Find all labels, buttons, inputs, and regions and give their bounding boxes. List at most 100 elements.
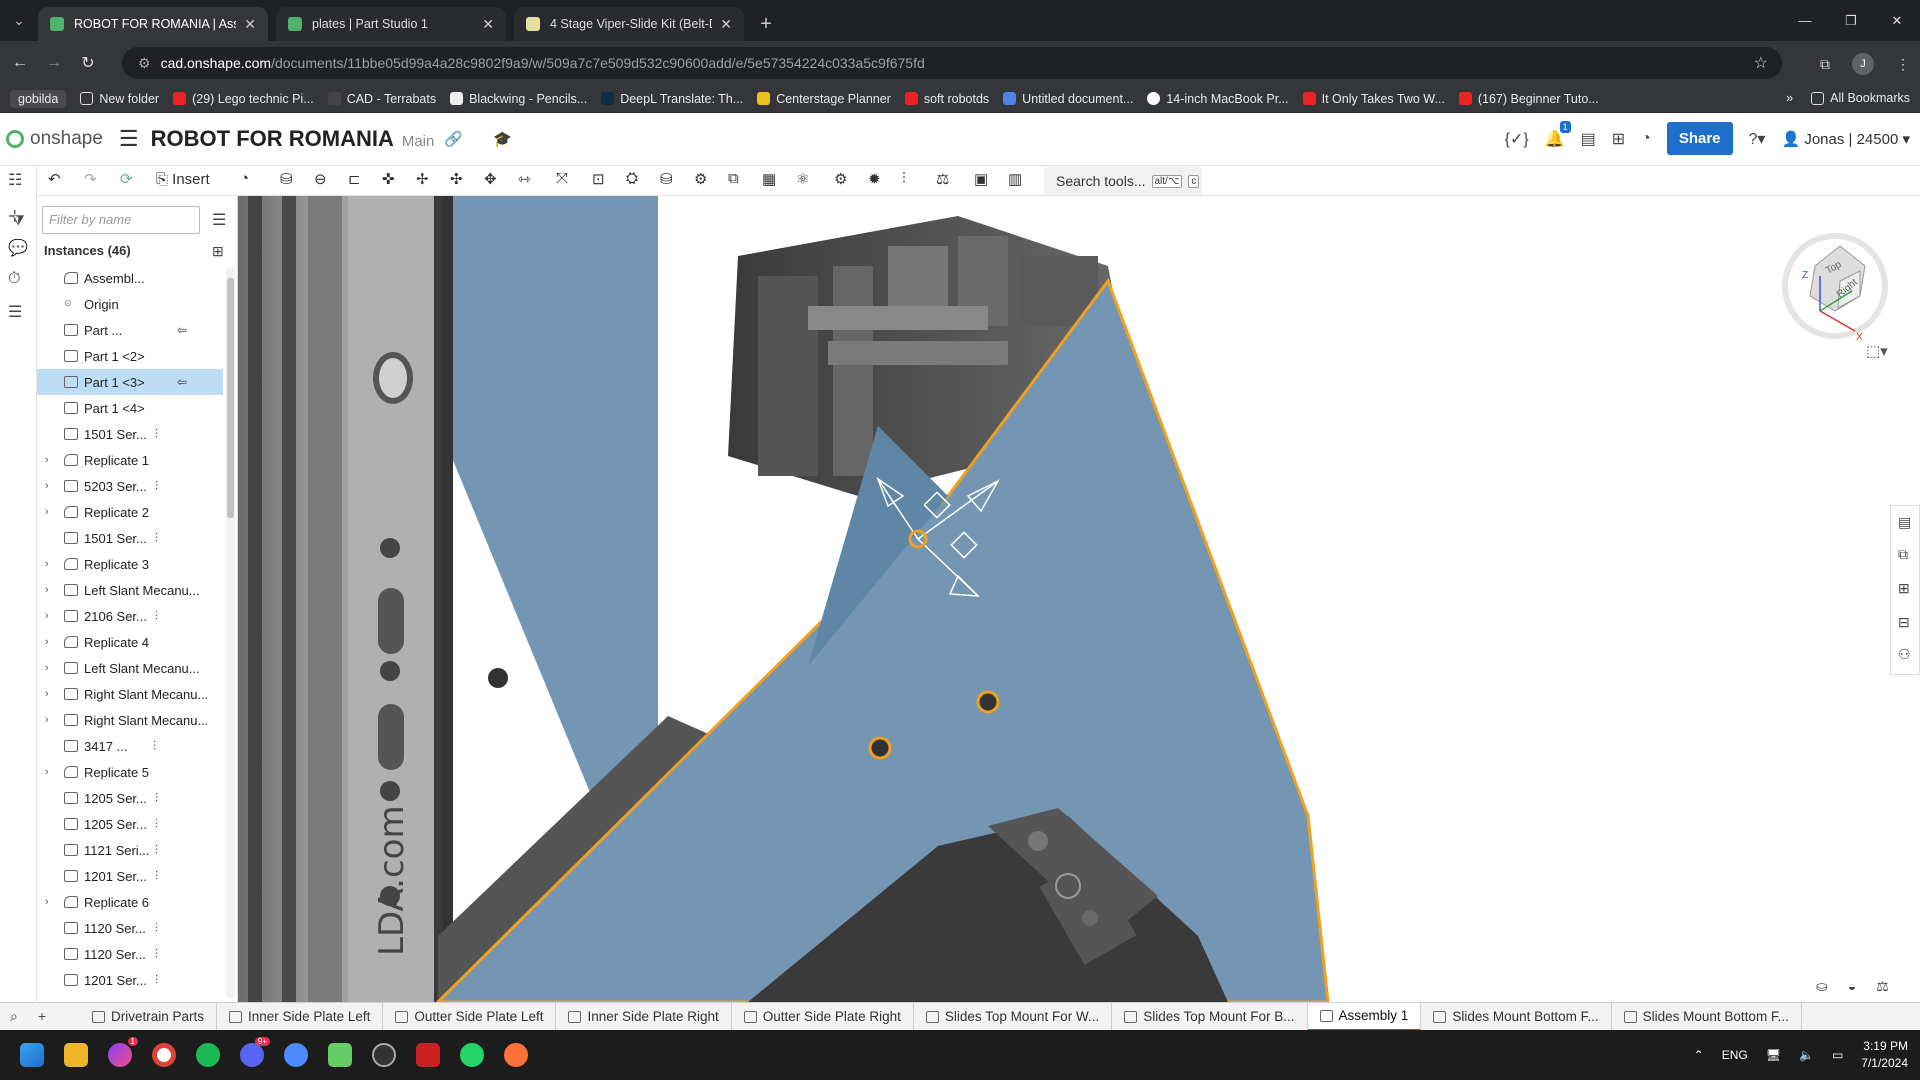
- tree-row[interactable]: › Left Slant Mecanu...: [37, 655, 223, 681]
- site-info-icon[interactable]: ⚙: [138, 55, 151, 72]
- mate-connector-icon[interactable]: ⊡: [592, 170, 605, 188]
- bookmark-star-icon[interactable]: ☆: [1754, 53, 1768, 73]
- app-store-icon[interactable]: ⊞: [1612, 129, 1625, 149]
- url-field[interactable]: ⚙ cad.onshape.com/documents/11bbe05d99a4…: [122, 47, 1782, 79]
- bookmark-item[interactable]: It Only Takes Two W...: [1302, 92, 1445, 106]
- pinned-arrow-icon[interactable]: ⇦: [177, 323, 187, 337]
- image-viewer-icon[interactable]: [328, 1043, 352, 1067]
- tree-row[interactable]: 1120 Ser... ⫶: [37, 941, 223, 967]
- regenerate-icon[interactable]: ⟳: [120, 170, 133, 188]
- tree-row[interactable]: Assembl...: [37, 265, 223, 291]
- link-icon[interactable]: 🔗: [444, 130, 463, 148]
- pin-slot-mate-icon[interactable]: ✣: [450, 170, 463, 188]
- slider-mate-icon[interactable]: ⊏: [348, 170, 361, 188]
- tree-row[interactable]: Part 1 <2>: [37, 343, 223, 369]
- chevron-right-icon[interactable]: ›: [45, 454, 57, 466]
- tree-row[interactable]: 1205 Ser... ⫶: [37, 811, 223, 837]
- forward-icon[interactable]: →: [40, 54, 68, 72]
- share-button[interactable]: Share: [1666, 122, 1733, 155]
- extensions-icon[interactable]: ⧉: [1820, 56, 1830, 73]
- file-explorer-icon[interactable]: [64, 1043, 88, 1067]
- filter-icon[interactable]: ⧩: [12, 212, 25, 229]
- assembly-tree-icon[interactable]: ⊞: [1898, 580, 1910, 597]
- chevron-right-icon[interactable]: ›: [45, 610, 57, 622]
- browser-tab-3[interactable]: 4 Stage Viper-Slide Kit (Belt-Dri ✕: [514, 7, 744, 41]
- tab-3[interactable]: Outter Side Plate Left: [383, 1002, 557, 1031]
- chevron-right-icon[interactable]: ›: [45, 766, 57, 778]
- reload-icon[interactable]: ↻: [74, 53, 102, 73]
- tab-search-icon[interactable]: ⌄: [0, 0, 38, 41]
- replicate-icon[interactable]: ⚛: [796, 170, 809, 188]
- properties-icon[interactable]: ▤: [1898, 514, 1911, 531]
- measure-icon[interactable]: ⫶: [902, 170, 906, 187]
- tree-row[interactable]: Part ... ⇦: [37, 317, 223, 343]
- panel-scrollbar[interactable]: [226, 268, 235, 998]
- tree-row[interactable]: 1121 Seri... ⫶: [37, 837, 223, 863]
- tree-row[interactable]: ⊙ Origin: [37, 291, 223, 317]
- firefox-icon[interactable]: [504, 1043, 528, 1067]
- document-info-icon[interactable]: ▤: [1581, 129, 1596, 149]
- undo-icon[interactable]: ↶: [48, 170, 61, 188]
- tree-row[interactable]: 3417 ... ⫶: [37, 733, 223, 759]
- tree-row[interactable]: › 2106 Ser... ⫶: [37, 603, 223, 629]
- tab-1[interactable]: Drivetrain Parts: [80, 1002, 218, 1031]
- clock[interactable]: 3:19 PM 7/1/2024: [1861, 1038, 1908, 1072]
- close-icon[interactable]: ✕: [244, 16, 256, 33]
- tree-row[interactable]: 1201 Ser... ⫶: [37, 863, 223, 889]
- history-icon[interactable]: ⏱: [8, 270, 20, 288]
- close-icon[interactable]: ✕: [720, 16, 732, 33]
- help-icon[interactable]: ?▾: [1749, 129, 1766, 149]
- chrome-icon[interactable]: [152, 1043, 176, 1067]
- tree-row[interactable]: 1501 Ser... ⫶: [37, 421, 223, 447]
- view-options-cube-icon[interactable]: ⬚▾: [1866, 342, 1888, 360]
- bookmark-item[interactable]: Untitled document...: [1003, 92, 1133, 106]
- more-bookmarks-icon[interactable]: »: [1786, 91, 1793, 105]
- bookmark-item[interactable]: New folder: [80, 92, 159, 106]
- cylindrical-mate-icon[interactable]: ✢: [416, 170, 429, 188]
- chevron-right-icon[interactable]: ›: [45, 584, 57, 596]
- ball-mate-icon[interactable]: ✥: [484, 170, 497, 188]
- whatsapp-icon[interactable]: [460, 1043, 484, 1067]
- bookmark-item[interactable]: soft robotds: [904, 92, 989, 106]
- bookmark-item[interactable]: Blackwing - Pencils...: [450, 92, 587, 106]
- chevron-right-icon[interactable]: ›: [45, 688, 57, 700]
- configurations-icon[interactable]: ⊟: [1898, 614, 1910, 631]
- learning-center-icon[interactable]: 🎓: [493, 130, 512, 148]
- view-cube[interactable]: Top Right Z X: [1760, 216, 1900, 356]
- messenger-icon[interactable]: 1: [108, 1037, 138, 1067]
- chevron-right-icon[interactable]: ›: [45, 714, 57, 726]
- volume-icon[interactable]: 🔈: [1799, 1048, 1814, 1062]
- display-states-icon[interactable]: ⚖: [1876, 978, 1889, 995]
- tab-8[interactable]: Assembly 1: [1307, 1002, 1422, 1031]
- chevron-right-icon[interactable]: ›: [45, 896, 57, 908]
- revolute-mate-icon[interactable]: ⊖: [314, 170, 327, 188]
- search-tools-input[interactable]: Search tools... alt/⌥ c: [1044, 167, 1202, 195]
- tree-row[interactable]: 1201 Ser... ⫶: [37, 967, 223, 993]
- tab-7[interactable]: Slides Top Mount For B...: [1112, 1002, 1308, 1031]
- linear-pattern-icon[interactable]: ▦: [762, 170, 776, 188]
- 3d-viewport[interactable]: LDA.com: [238, 196, 1920, 1002]
- browser-tab-2[interactable]: plates | Part Studio 1 ✕: [276, 7, 506, 41]
- planar-mate-icon[interactable]: ✜: [382, 170, 395, 188]
- tree-row[interactable]: › Replicate 5: [37, 759, 223, 785]
- explode-icon[interactable]: ▣: [974, 170, 988, 188]
- pinned-arrow-icon[interactable]: ⇦: [177, 375, 187, 389]
- bookmark-item[interactable]: 14-inch MacBook Pr...: [1147, 92, 1289, 106]
- notifications-icon[interactable]: 🔔 1: [1545, 120, 1571, 149]
- language-indicator[interactable]: ENG: [1722, 1048, 1748, 1062]
- tree-row[interactable]: 1501 Ser... ⫶: [37, 525, 223, 551]
- back-icon[interactable]: ←: [6, 54, 34, 72]
- bookmark-item[interactable]: (29) Lego technic Pi...: [173, 92, 314, 106]
- tangent-mate-icon[interactable]: ⤧: [556, 170, 568, 187]
- chevron-right-icon[interactable]: ›: [45, 636, 57, 648]
- scrollbar-thumb[interactable]: [227, 278, 234, 518]
- tree-row[interactable]: Part 1 <4>: [37, 395, 223, 421]
- group-icon[interactable]: ⛭: [626, 170, 638, 187]
- spotify-icon[interactable]: [196, 1043, 220, 1067]
- tree-row[interactable]: Part 1 <3> ⇦: [37, 369, 223, 395]
- restore-icon[interactable]: ❐: [1828, 0, 1874, 41]
- gear-relation-icon[interactable]: ⚙: [694, 170, 707, 188]
- tree-row[interactable]: › Right Slant Mecanu...: [37, 707, 223, 733]
- add-instance-icon[interactable]: ⊞: [212, 243, 224, 260]
- profile-avatar[interactable]: J: [1852, 53, 1874, 75]
